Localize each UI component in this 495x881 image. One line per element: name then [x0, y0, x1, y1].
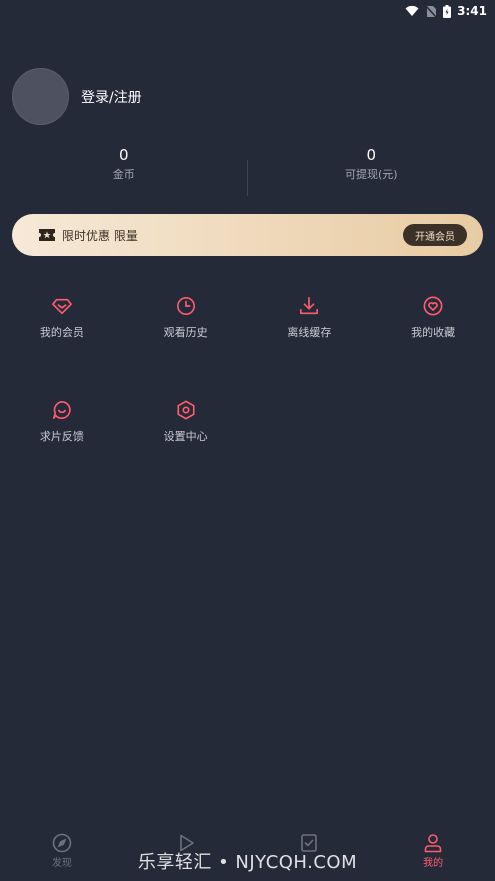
diamond-icon	[51, 298, 72, 315]
checklist-icon	[301, 834, 318, 852]
nav-label: 发现	[51, 858, 72, 869]
status-time: 3:41	[457, 4, 487, 18]
open-vip-button[interactable]: 开通会员	[403, 224, 467, 246]
menu-label: 我的收藏	[411, 326, 456, 339]
stats-divider	[247, 160, 248, 196]
clock-icon	[176, 297, 195, 315]
bottom-nav: 发现 我的	[0, 831, 495, 881]
menu-label: 设置中心	[163, 430, 208, 443]
coins-value: 0	[118, 146, 129, 164]
menu-grid: 我的会员 观看历史 离线缓存 我的收藏 求片反馈 设置中心	[0, 296, 495, 444]
battery-icon	[443, 4, 452, 18]
nav-label: 我的	[423, 858, 444, 869]
menu-item-settings[interactable]: 设置中心	[124, 400, 248, 444]
play-icon	[179, 834, 194, 852]
menu-item-watch-history[interactable]: 观看历史	[124, 296, 248, 340]
withdrawable-stat[interactable]: 0 可提现(元)	[248, 146, 495, 198]
nav-tab-play[interactable]	[124, 831, 248, 881]
withdrawable-value: 0	[366, 146, 377, 164]
withdrawable-label: 可提现(元)	[344, 168, 398, 181]
status-bar: 3:41	[0, 0, 495, 22]
menu-label: 我的会员	[39, 326, 84, 339]
user-icon	[424, 834, 442, 853]
avatar[interactable]	[12, 68, 69, 125]
menu-label: 观看历史	[163, 326, 208, 339]
compass-icon	[52, 833, 72, 853]
heart-icon	[423, 296, 443, 316]
menu-item-my-favorites[interactable]: 我的收藏	[371, 296, 495, 340]
settings-hex-icon	[177, 400, 195, 420]
nav-tab-discover[interactable]: 发现	[0, 831, 124, 881]
download-icon	[300, 297, 319, 315]
stats-row: 0 金币 0 可提现(元)	[0, 146, 495, 198]
menu-item-request-feedback[interactable]: 求片反馈	[0, 400, 124, 444]
no-sim-icon	[425, 4, 437, 18]
wifi-icon	[405, 5, 419, 16]
vip-banner[interactable]: 限时优惠 限量 开通会员	[12, 214, 483, 256]
ticket-star-icon	[39, 229, 55, 241]
chat-smile-icon	[52, 401, 71, 419]
login-register-link[interactable]: 登录/注册	[81, 87, 142, 107]
coins-stat[interactable]: 0 金币	[0, 146, 248, 198]
menu-label: 求片反馈	[39, 430, 84, 443]
profile-header[interactable]: 登录/注册	[12, 68, 142, 125]
menu-label: 离线缓存	[287, 326, 332, 339]
vip-promo-text: 限时优惠 限量	[62, 228, 138, 243]
menu-item-my-vip[interactable]: 我的会员	[0, 296, 124, 340]
nav-tab-mine[interactable]: 我的	[371, 831, 495, 881]
nav-tab-tasks[interactable]	[248, 831, 372, 881]
menu-item-offline-cache[interactable]: 离线缓存	[248, 296, 372, 340]
coins-label: 金币	[112, 168, 135, 181]
